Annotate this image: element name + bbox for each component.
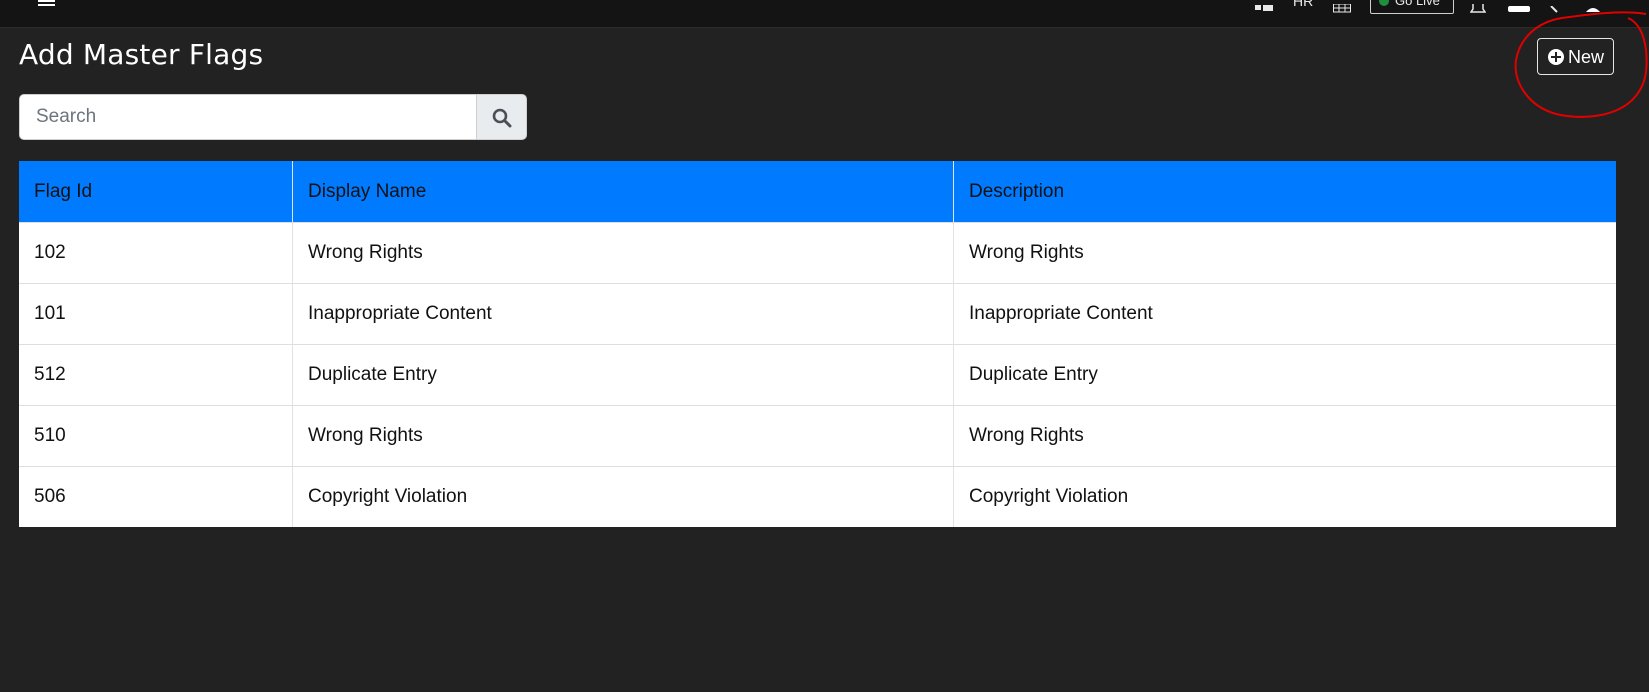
column-header-flag-id[interactable]: Flag Id [19, 161, 293, 223]
display-name-cell: Wrong Rights [292, 222, 954, 284]
plus-circle-icon [1548, 49, 1564, 65]
magnifier-icon [492, 108, 512, 128]
flags-table: Flag Id Display Name Description 102 Wro… [19, 161, 1616, 527]
flag-id-cell: 510 [19, 405, 293, 467]
display-name-cell: Inappropriate Content [292, 283, 954, 345]
user-avatar-icon[interactable] [1585, 0, 1601, 18]
display-name-cell: Duplicate Entry [292, 344, 954, 406]
org-label[interactable]: HR [1293, 0, 1313, 9]
live-status-dot [1379, 0, 1389, 6]
message-icon[interactable] [1508, 0, 1530, 18]
description-cell: Wrong Rights [953, 222, 1616, 284]
description-cell: Inappropriate Content [953, 283, 1616, 345]
table-row[interactable]: 512 Duplicate Entry Duplicate Entry [19, 344, 1616, 406]
table-row[interactable]: 510 Wrong Rights Wrong Rights [19, 405, 1616, 467]
column-header-display-name[interactable]: Display Name [292, 161, 954, 223]
go-live-button[interactable]: Go Live [1370, 0, 1454, 14]
flag-id-cell: 102 [19, 222, 293, 284]
search-button[interactable] [476, 94, 527, 140]
new-button[interactable]: New [1537, 38, 1614, 75]
flag-id-cell: 506 [19, 466, 293, 527]
flag-id-cell: 101 [19, 283, 293, 345]
description-cell: Copyright Violation [953, 466, 1616, 527]
page-title: Add Master Flags [19, 38, 264, 71]
search-icon[interactable] [1545, 0, 1559, 18]
display-name-cell: Copyright Violation [292, 466, 954, 527]
calendar-grid-icon[interactable] [1333, 0, 1351, 18]
table-row[interactable]: 506 Copyright Violation Copyright Violat… [19, 466, 1616, 527]
column-header-description[interactable]: Description [953, 161, 1616, 223]
hamburger-menu-icon[interactable] [38, 0, 55, 7]
description-cell: Wrong Rights [953, 405, 1616, 467]
org-switch-icon[interactable] [1255, 0, 1273, 18]
table-row[interactable]: 102 Wrong Rights Wrong Rights [19, 222, 1616, 284]
description-cell: Duplicate Entry [953, 344, 1616, 406]
search-input[interactable] [19, 94, 477, 140]
flag-id-cell: 512 [19, 344, 293, 406]
display-name-cell: Wrong Rights [292, 405, 954, 467]
bell-icon[interactable] [1469, 0, 1487, 18]
table-header-row: Flag Id Display Name Description [19, 161, 1616, 223]
go-live-label: Go Live [1395, 0, 1440, 8]
new-button-label: New [1568, 47, 1605, 67]
table-row[interactable]: 101 Inappropriate Content Inappropriate … [19, 283, 1616, 345]
search-group [19, 94, 527, 140]
top-navbar: HR Go Live [0, 0, 1649, 28]
